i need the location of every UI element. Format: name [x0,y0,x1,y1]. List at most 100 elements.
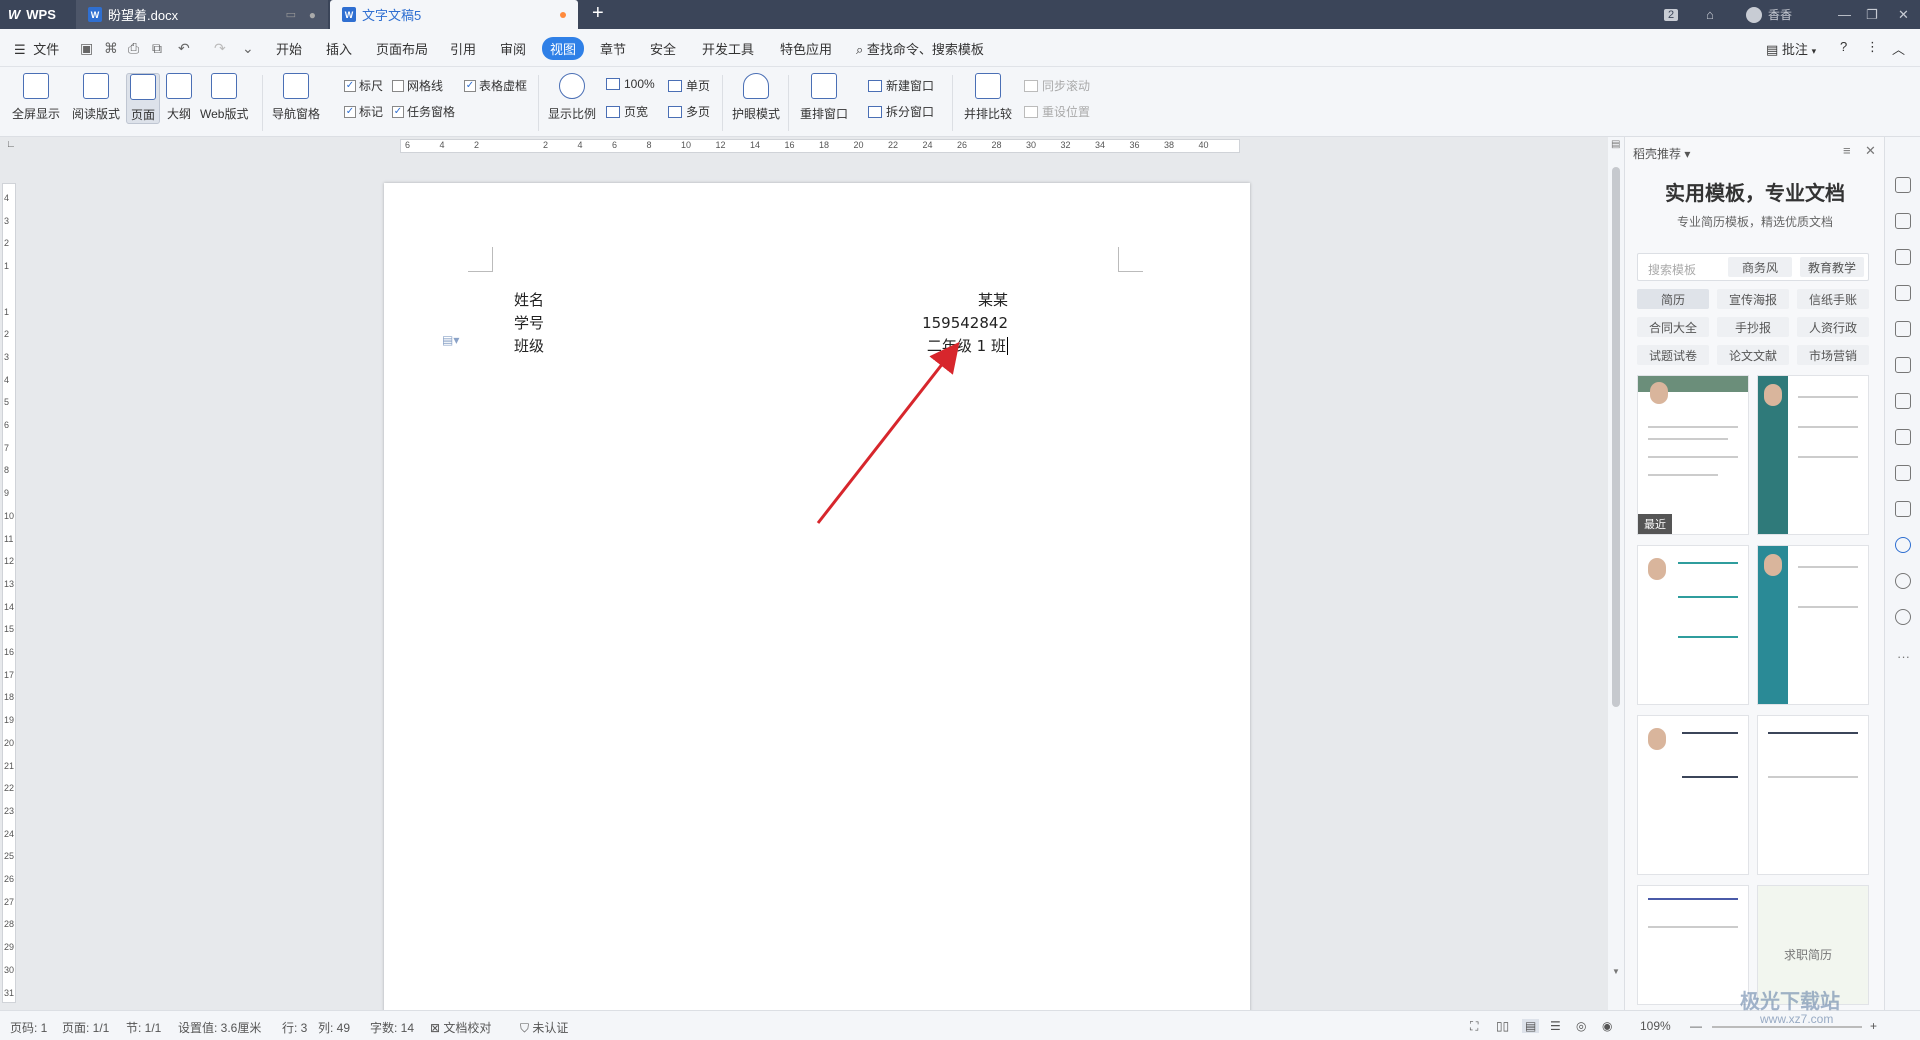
scroll-up-icon[interactable]: ▤ [1611,139,1620,150]
side-by-side-button[interactable]: 并排比较 [964,73,1012,122]
category-handout[interactable]: 手抄报 [1717,317,1789,337]
image-icon[interactable] [1895,501,1911,517]
fullscreen-button[interactable]: 全屏显示 [12,73,60,122]
scroll-down-icon[interactable]: ▼ [1612,967,1620,976]
sync-scroll-button[interactable]: 同步滚动 [1024,77,1090,94]
document-canvas[interactable]: ▤▾ 姓名 学号 班级 某某 159542842 二年级 1 班 [18,155,1612,1010]
style-icon[interactable] [1895,285,1911,301]
gridlines-checkbox[interactable]: 网格线 [392,77,443,94]
focus-mode-icon[interactable]: ⛶ [1470,1019,1478,1034]
more-quick-icon[interactable]: ⌄ [242,40,254,57]
collapse-ribbon-icon[interactable]: ︿ [1892,39,1905,58]
share-icon[interactable] [1895,429,1911,445]
category-hr[interactable]: 人资行政 [1797,317,1869,337]
zoom-out-button[interactable]: — [1690,1019,1702,1033]
menu-insert[interactable]: 插入 [326,39,352,58]
help-button[interactable]: ? [1840,39,1847,54]
page-width-button[interactable]: 页宽 [606,103,648,120]
task-pane-checkbox[interactable]: ✓ 任务窗格 [392,103,455,120]
eye-mode-button[interactable]: 护眼模式 [732,73,780,122]
tab-document-2[interactable]: W 文字文稿5 [330,0,578,29]
print-icon[interactable]: ⎙ [128,40,139,57]
new-tab-button[interactable]: + [592,2,604,25]
more-icon[interactable]: ⋮ [1866,39,1879,55]
zoom-ratio-button[interactable]: 显示比例 [548,73,596,122]
menu-security[interactable]: 安全 [650,39,676,58]
template-thumbnail[interactable] [1757,715,1869,875]
cursor-icon[interactable] [1895,213,1911,229]
certification-status[interactable]: ⛉ 未认证 [520,1019,568,1036]
help-icon[interactable] [1895,609,1911,625]
table-icon[interactable] [1895,321,1911,337]
scroll-thumb[interactable] [1612,167,1620,707]
template-thumbnail[interactable]: 最近 [1637,375,1749,535]
template-thumbnail[interactable] [1637,715,1749,875]
split-window-button[interactable]: 拆分窗口 [868,103,934,120]
settings-icon[interactable] [1895,357,1911,373]
outline-view-button[interactable]: 大纲 [166,73,192,122]
file-menu[interactable]: ☰ 文件 [14,39,59,58]
template-icon[interactable] [1895,537,1911,553]
more-dots-icon[interactable]: ··· [1897,649,1910,664]
category-letter[interactable]: 信纸手账 [1797,289,1869,309]
tab-dot-icon[interactable]: ● [309,8,316,22]
outline-view-icon[interactable]: ☰ [1550,1019,1561,1033]
archive-icon[interactable] [1895,465,1911,481]
ruler-checkbox[interactable]: ✓ 标尺 [344,77,383,94]
status-setting[interactable]: 设置值: 3.6厘米 [178,1019,261,1036]
category-contract[interactable]: 合同大全 [1637,317,1709,337]
reading-view-icon[interactable]: ▯▯ [1496,1019,1509,1033]
menu-reference[interactable]: 引用 [450,39,476,58]
pen-icon[interactable] [1895,177,1911,193]
template-thumbnail[interactable] [1637,545,1749,705]
category-exam[interactable]: 试题试卷 [1637,345,1709,365]
comment-button[interactable]: ▤ 批注 ▾ [1766,39,1816,58]
shirt-icon[interactable]: ⌂ [1706,0,1714,29]
wps-home-tab[interactable]: W WPS [0,0,76,29]
user-avatar[interactable] [1746,6,1762,23]
template-thumbnail[interactable] [1637,885,1749,1005]
web-view-icon[interactable]: ◎ [1576,1019,1586,1033]
format-painter-icon[interactable]: ⌘ [104,40,118,57]
menu-layout[interactable]: 页面布局 [376,39,428,58]
shapes-icon[interactable] [1895,249,1911,265]
status-column[interactable]: 列: 49 [318,1019,350,1036]
new-window-button[interactable]: 新建窗口 [868,77,934,94]
menu-review[interactable]: 审阅 [500,39,526,58]
eye-protect-icon[interactable]: ◉ [1602,1019,1612,1033]
zoom-slider[interactable] [1712,1026,1862,1028]
status-section[interactable]: 节: 1/1 [126,1019,161,1036]
panel-close-icon[interactable]: ✕ [1865,143,1876,159]
table-gridlines-checkbox[interactable]: ✓ 表格虚框 [464,77,527,94]
reading-mode-button[interactable]: 阅读版式 [72,73,120,122]
web-view-button[interactable]: Web版式 [200,73,248,122]
vertical-ruler[interactable]: 4 3 2 1 1 2 3 4 5 6 7 8 9 10 11 12 13 14 15 16 17 18 19 20 21 22 2… [0,155,18,1010]
page-view-button[interactable]: 页面 [126,73,160,124]
template-thumbnail[interactable] [1757,545,1869,705]
tag-business[interactable]: 商务风 [1728,257,1792,277]
undo-icon[interactable]: ↶ [178,40,190,57]
restore-button[interactable]: ❐ [1866,0,1878,29]
service-icon[interactable] [1895,573,1911,589]
panel-title[interactable]: 稻壳推荐 ▾ [1633,145,1690,162]
reset-position-button[interactable]: 重设位置 [1024,103,1090,120]
template-thumbnail[interactable] [1757,375,1869,535]
nav-pane-button[interactable]: 导航窗格 [272,73,320,122]
template-search-input[interactable]: 搜索模板 商务风 教育教学 [1637,253,1869,281]
status-word-count[interactable]: 字数: 14 [370,1019,414,1036]
single-page-button[interactable]: 单页 [668,77,710,94]
page-view-icon[interactable]: ▤ [1522,1019,1540,1033]
minimize-button[interactable]: — [1838,0,1851,29]
menu-start[interactable]: 开始 [276,39,302,58]
tag-education[interactable]: 教育教学 [1800,257,1864,277]
horizontal-ruler[interactable]: ∟ 6 4 2 2 4 6 8 10 12 14 16 18 20 22 24 26 28 30 32 34 36 38 4… [0,137,1612,155]
zoom-100-button[interactable]: 100% [606,77,655,91]
category-poster[interactable]: 宣传海报 [1717,289,1789,309]
window-count-badge[interactable]: 2 [1664,8,1679,21]
multi-page-button[interactable]: 多页 [668,103,710,120]
command-search[interactable]: ⌕ 查找命令、搜索模板 [856,39,984,58]
menu-chapter[interactable]: 章节 [600,39,626,58]
status-line[interactable]: 行: 3 [282,1019,307,1036]
marks-checkbox[interactable]: ✓ 标记 [344,103,383,120]
close-button[interactable]: ✕ [1898,0,1909,29]
